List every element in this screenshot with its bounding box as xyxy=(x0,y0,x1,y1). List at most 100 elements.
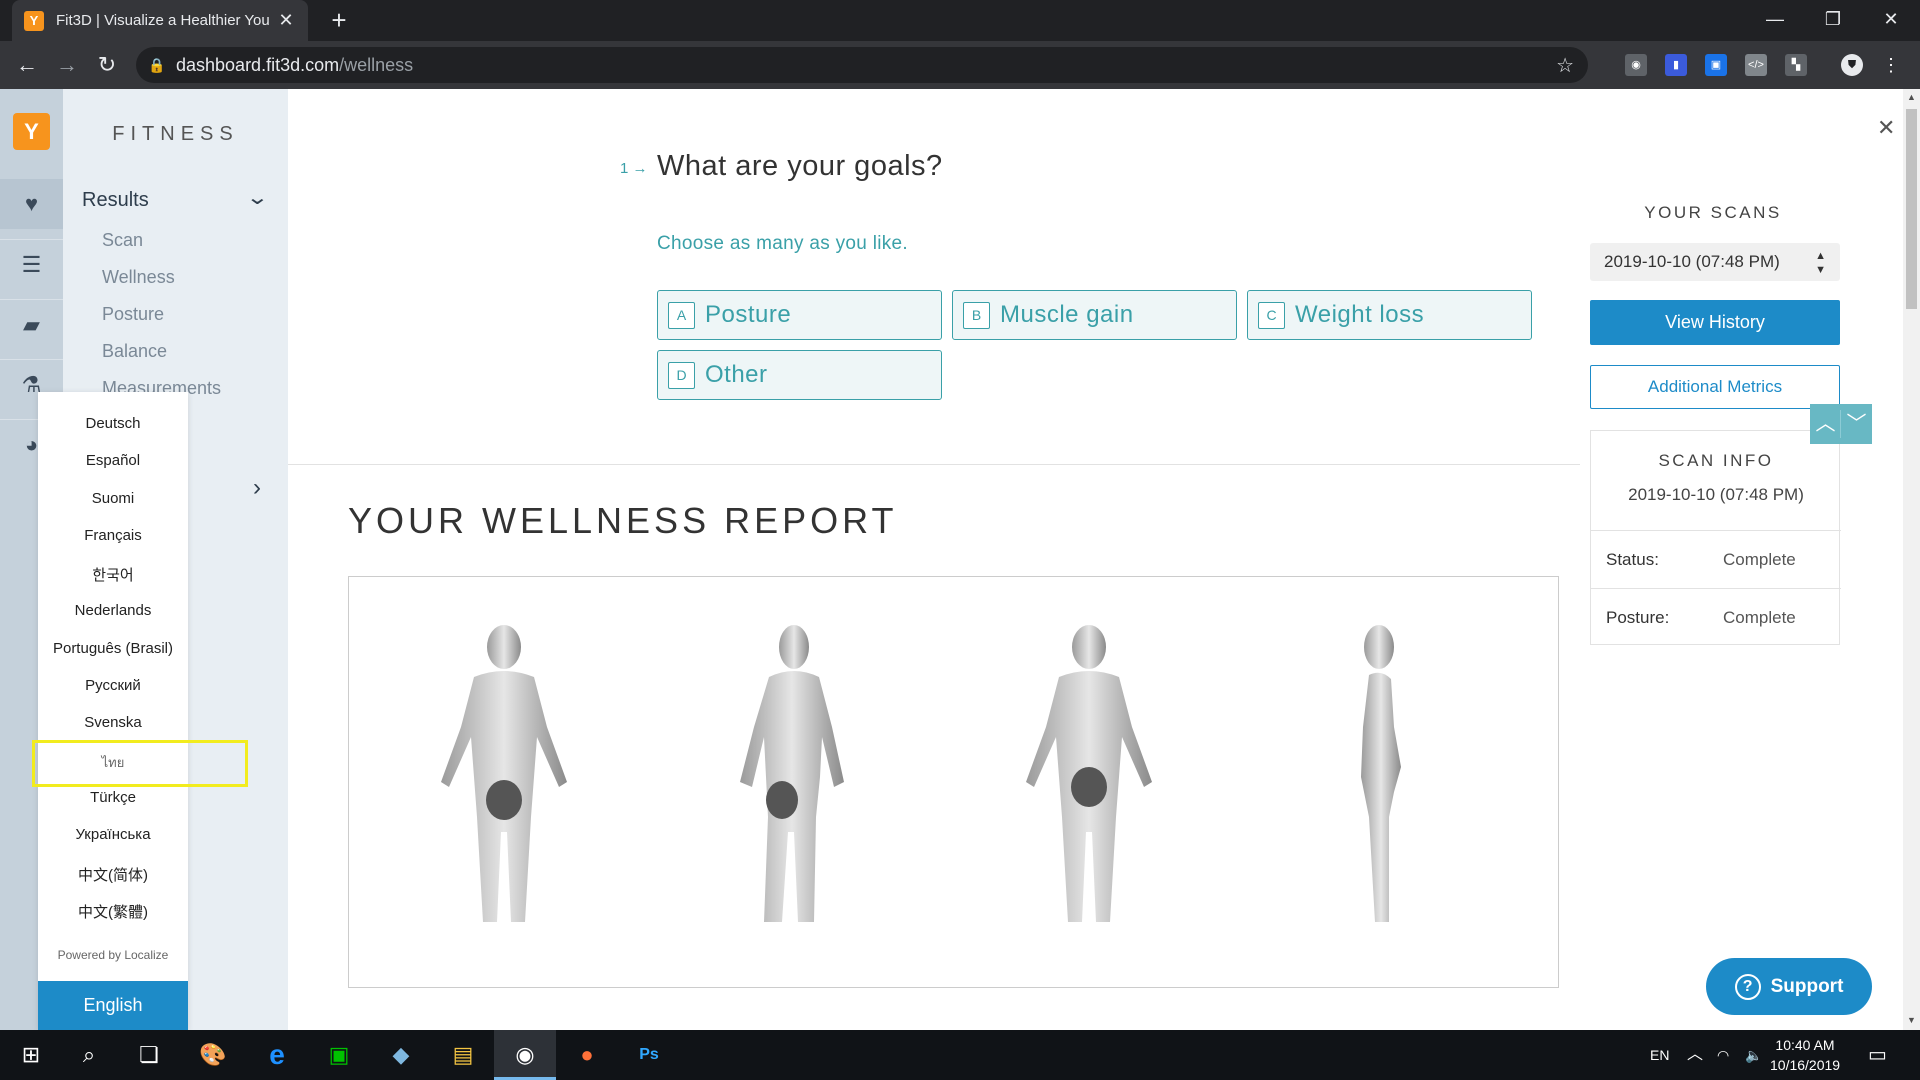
chrome-browser-icon[interactable]: ◉ xyxy=(494,1030,556,1080)
language-option[interactable]: 中文(简体) xyxy=(38,864,188,885)
goal-label: Other xyxy=(705,361,768,388)
browser-menu-icon[interactable]: ⋮ xyxy=(1880,54,1902,76)
language-option[interactable]: Nederlands xyxy=(38,602,188,619)
app-icon[interactable]: ◆ xyxy=(370,1030,432,1080)
support-label: Support xyxy=(1770,975,1844,997)
language-option[interactable]: Español xyxy=(38,452,188,469)
search-icon[interactable]: ⌕ xyxy=(58,1030,120,1080)
notifications-icon[interactable]: ▭ xyxy=(1868,1030,1887,1080)
view-history-button[interactable]: View History xyxy=(1590,300,1840,345)
url-host: dashboard.fit3d.com xyxy=(176,54,340,75)
camera-extension-icon[interactable]: ◉ xyxy=(1625,54,1647,76)
body-scan-side-image xyxy=(1361,625,1401,922)
scrollbar-thumb[interactable] xyxy=(1906,109,1917,309)
heart-rate-icon[interactable]: ♥ xyxy=(0,179,63,229)
language-option[interactable]: Português (Brasil) xyxy=(38,640,188,657)
task-view-icon[interactable]: ❏ xyxy=(118,1030,180,1080)
shield-extension-icon[interactable]: ⛊ xyxy=(1841,54,1863,76)
goal-option-muscle-gain[interactable]: B Muscle gain xyxy=(952,290,1237,340)
tray-chevron-up-icon[interactable]: ︿ xyxy=(1687,1030,1703,1080)
body-scan-back-image xyxy=(1026,625,1152,922)
browser-tab-bar: Y Fit3D | Visualize a Healthier You ✕ + … xyxy=(0,0,1920,41)
language-option[interactable]: Українська xyxy=(38,826,188,843)
powered-by-label: Powered by Localize xyxy=(57,948,169,962)
windows-taskbar: ⊞ ⌕ ❏ 🎨 e ▣ ◆ ▤ ◉ ● Ps EN ︿ ◠ 🔈 10:40 AM… xyxy=(0,1030,1920,1080)
extension-icon[interactable]: ▮ xyxy=(1665,54,1687,76)
list-icon[interactable]: ☰ xyxy=(0,239,63,289)
language-option[interactable]: Suomi xyxy=(38,490,188,507)
reload-button[interactable]: ↻ xyxy=(93,51,121,79)
language-option[interactable]: Svenska xyxy=(38,714,188,731)
section-divider xyxy=(288,464,1580,465)
arrow-right-icon: → xyxy=(632,160,648,177)
scan-info-heading: SCAN INFO xyxy=(1658,451,1774,470)
chevron-right-icon[interactable]: › xyxy=(253,474,261,502)
close-icon[interactable]: ✕ xyxy=(1877,115,1895,141)
edge-browser-icon[interactable]: e xyxy=(246,1030,308,1080)
goal-option-other[interactable]: D Other xyxy=(657,350,942,400)
sidebar-item-posture[interactable]: Posture xyxy=(102,304,164,325)
scan-info-date: 2019-10-10 (07:48 PM) xyxy=(1628,485,1804,504)
back-button[interactable]: ← xyxy=(13,51,41,79)
chevron-down-icon[interactable]: ﹀ xyxy=(1841,404,1872,444)
browser-toolbar: ← → ↻ 🔒 dashboard.fit3d.com/wellness ☆ ◉… xyxy=(0,41,1920,89)
line-app-icon[interactable]: ▣ xyxy=(308,1030,370,1080)
language-option[interactable]: Русский xyxy=(38,677,188,694)
page-scrollbar[interactable]: ▲ ▼ xyxy=(1903,89,1920,1030)
scan-info-row-posture: Posture: Complete xyxy=(1591,588,1841,646)
windows-start-icon[interactable]: ⊞ xyxy=(0,1030,62,1080)
maximize-button[interactable]: ❐ xyxy=(1804,0,1862,41)
browser-tab[interactable]: Y Fit3D | Visualize a Healthier You ✕ xyxy=(12,0,308,41)
photoshop-app-icon[interactable]: Ps xyxy=(618,1030,680,1080)
sidebar-item-scan[interactable]: Scan xyxy=(102,230,143,251)
minimize-button[interactable]: — xyxy=(1746,0,1804,41)
scan-date-select[interactable]: 2019-10-10 (07:48 PM) ▲ ▼ xyxy=(1590,243,1840,281)
firefox-browser-icon[interactable]: ● xyxy=(556,1030,618,1080)
additional-metrics-button[interactable]: Additional Metrics xyxy=(1590,365,1840,409)
goal-key: A xyxy=(668,301,695,329)
language-option[interactable]: 中文(繁體) xyxy=(38,901,188,922)
paint-app-icon[interactable]: 🎨 xyxy=(182,1030,244,1080)
tab-close-icon[interactable]: ✕ xyxy=(276,10,296,31)
input-language[interactable]: EN xyxy=(1650,1030,1669,1080)
chevron-down-icon[interactable]: ⌄ xyxy=(246,185,269,210)
scroll-down-arrow-icon[interactable]: ▼ xyxy=(1903,1015,1920,1025)
info-key: Status: xyxy=(1606,550,1659,569)
language-option[interactable]: Deutsch xyxy=(38,415,188,432)
goals-subtitle: Choose as many as you like. xyxy=(657,233,908,254)
language-option[interactable]: Français xyxy=(38,527,188,544)
body-scan-panel xyxy=(348,576,1559,988)
volume-icon[interactable]: 🔈 xyxy=(1745,1030,1762,1080)
language-option[interactable]: Türkçe xyxy=(38,789,188,806)
close-window-button[interactable]: ✕ xyxy=(1862,0,1920,41)
language-menu: Deutsch Español Suomi Français 한국어 Neder… xyxy=(38,392,188,1030)
sidebar-item-balance[interactable]: Balance xyxy=(102,341,167,362)
devtools-extension-icon[interactable]: </> xyxy=(1745,54,1767,76)
tab-title: Fit3D | Visualize a Healthier You xyxy=(56,12,270,29)
goal-key: B xyxy=(963,301,990,329)
wifi-icon[interactable]: ◠ xyxy=(1717,1030,1729,1080)
language-option[interactable]: 한국어 xyxy=(38,564,188,585)
fit3d-logo-icon[interactable]: Y xyxy=(13,113,50,150)
forward-button[interactable]: → xyxy=(53,51,81,79)
support-button[interactable]: ? Support xyxy=(1706,958,1872,1015)
sidebar-item-wellness[interactable]: Wellness xyxy=(102,267,175,288)
extension-icon[interactable]: ▣ xyxy=(1705,54,1727,76)
file-explorer-icon[interactable]: ▤ xyxy=(432,1030,494,1080)
goal-option-weight-loss[interactable]: C Weight loss xyxy=(1247,290,1532,340)
current-language-button[interactable]: English xyxy=(38,981,188,1030)
sidebar-item-results[interactable]: Results xyxy=(82,189,149,212)
chevron-up-icon[interactable]: ︿ xyxy=(1810,404,1841,444)
bookmark-star-icon[interactable]: ☆ xyxy=(1556,53,1574,78)
system-clock[interactable]: 10:40 AM 10/16/2019 xyxy=(1770,1035,1840,1075)
goal-option-posture[interactable]: A Posture xyxy=(657,290,942,340)
new-tab-button[interactable]: + xyxy=(325,6,353,34)
body-scan-angle-image xyxy=(740,625,844,922)
goal-label: Muscle gain xyxy=(1000,301,1134,328)
scroll-up-arrow-icon[interactable]: ▲ xyxy=(1903,92,1920,102)
bag-icon[interactable]: ▰ xyxy=(0,299,63,349)
sidebar-section-title: FITNESS xyxy=(112,123,239,145)
clock-date: 10/16/2019 xyxy=(1770,1057,1841,1073)
address-bar[interactable]: 🔒 dashboard.fit3d.com/wellness ☆ xyxy=(136,47,1588,83)
extension-icon[interactable]: ▚ xyxy=(1785,54,1807,76)
